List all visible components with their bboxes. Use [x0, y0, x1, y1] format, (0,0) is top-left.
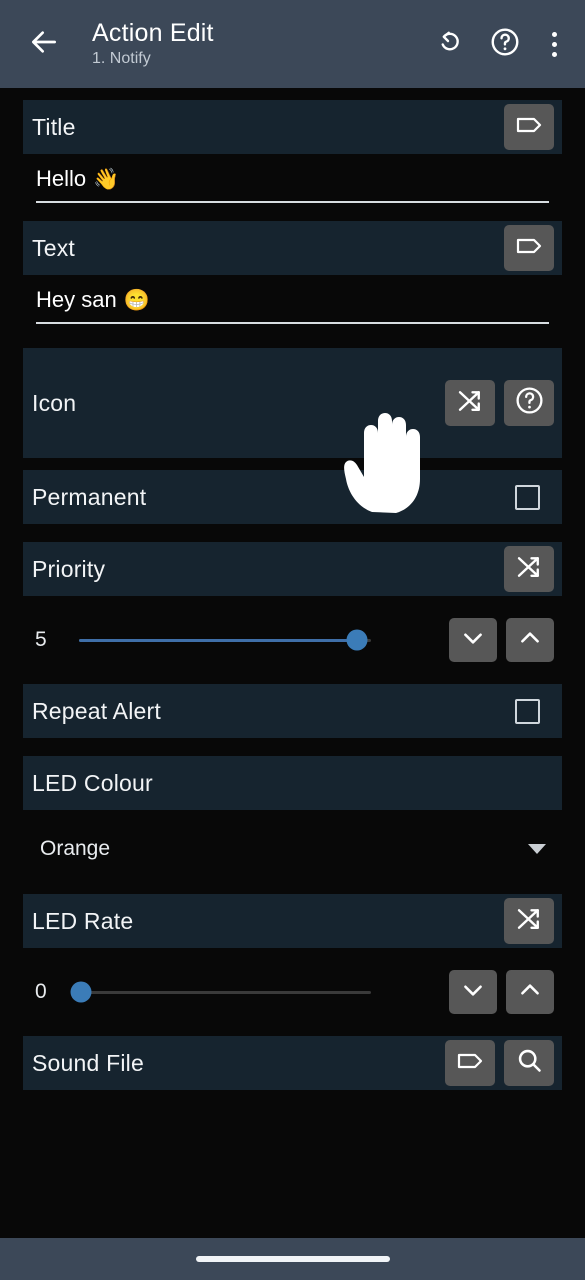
spacer — [0, 88, 585, 100]
system-navigation-bar — [0, 1238, 585, 1280]
row-icon-header: Icon — [23, 348, 562, 458]
row-priority-header: Priority — [23, 542, 562, 596]
chevron-down-icon — [460, 625, 486, 656]
priority-slider-row: 5 — [23, 596, 562, 684]
undo-button[interactable] — [433, 26, 469, 62]
tag-icon — [455, 1049, 485, 1078]
priority-slider-thumb[interactable] — [346, 629, 368, 651]
title-input[interactable]: Hello 👋 — [36, 166, 549, 201]
row-sound-file-header: Sound File — [23, 1036, 562, 1090]
shuffle-icon — [514, 904, 544, 939]
spacer — [0, 458, 585, 470]
row-actions-title — [504, 104, 554, 150]
led-rate-slider[interactable] — [70, 977, 371, 1007]
led-rate-slider-row: 0 — [23, 948, 562, 1036]
row-label-permanent: Permanent — [32, 483, 147, 510]
sound-file-tag-button[interactable] — [445, 1040, 495, 1086]
spacer — [0, 324, 585, 336]
led-rate-decrement-button[interactable] — [449, 970, 497, 1014]
more-vertical-icon — [551, 31, 557, 37]
row-label-repeat-alert: Repeat Alert — [32, 697, 161, 724]
row-title-header: Title — [23, 100, 562, 154]
title-input-value: Hello — [36, 166, 87, 191]
spacer — [0, 738, 585, 750]
icon-help-button[interactable] — [504, 380, 554, 426]
priority-value: 5 — [35, 628, 47, 651]
row-label-text: Text — [32, 234, 75, 261]
more-vertical-icon — [551, 41, 557, 47]
chevron-down-icon — [460, 977, 486, 1008]
row-led-rate-header: LED Rate — [23, 894, 562, 948]
gesture-home-pill[interactable] — [195, 1256, 390, 1262]
row-label-title: Title — [32, 113, 76, 140]
shuffle-icon — [455, 386, 485, 421]
led-colour-value: Orange — [40, 837, 111, 860]
led-rate-stepper — [449, 970, 554, 1014]
text-input[interactable]: Hey san 😁 — [36, 287, 549, 322]
more-vertical-icon — [551, 51, 557, 57]
app-bar-actions — [433, 26, 571, 62]
icon-shuffle-button[interactable] — [445, 380, 495, 426]
help-circle-icon — [489, 26, 521, 63]
row-repeat-alert[interactable]: Repeat Alert — [23, 684, 562, 738]
settings-list: Title Hello 👋 Text Hey san 😁 Icon Perman… — [0, 88, 585, 1280]
priority-stepper — [449, 618, 554, 662]
row-led-colour-header: LED Colour — [23, 756, 562, 810]
tag-icon — [514, 234, 544, 263]
title-input-row[interactable]: Hello 👋 — [23, 154, 562, 203]
row-label-icon: Icon — [32, 389, 77, 416]
title-tag-button[interactable] — [504, 104, 554, 150]
led-rate-shuffle-button[interactable] — [504, 898, 554, 944]
wave-hand-emoji: 👋 — [93, 167, 120, 191]
row-actions-icon — [445, 380, 554, 426]
text-tag-button[interactable] — [504, 225, 554, 271]
row-actions-sound-file — [445, 1040, 554, 1086]
sound-file-search-button[interactable] — [504, 1040, 554, 1086]
repeat-alert-checkbox[interactable] — [515, 698, 540, 724]
row-permanent[interactable]: Permanent — [23, 470, 562, 524]
text-input-row[interactable]: Hey san 😁 — [23, 275, 562, 324]
row-label-priority: Priority — [32, 555, 106, 582]
row-label-led-colour: LED Colour — [32, 769, 153, 796]
back-button[interactable] — [18, 18, 70, 70]
led-rate-slider-thumb[interactable] — [70, 981, 92, 1003]
page-title: Action Edit — [92, 19, 214, 48]
chevron-up-icon — [517, 977, 543, 1008]
row-actions-text — [504, 225, 554, 271]
priority-increment-button[interactable] — [506, 618, 554, 662]
help-button[interactable] — [487, 26, 523, 62]
text-input-value: Hey san — [36, 287, 117, 312]
row-text-header: Text — [23, 221, 562, 275]
led-colour-dropdown[interactable]: Orange — [23, 810, 562, 888]
search-icon — [515, 1046, 544, 1080]
help-circle-icon — [514, 385, 545, 421]
chevron-up-icon — [517, 625, 543, 656]
page-subtitle: 1. Notify — [92, 49, 151, 67]
chevron-down-icon — [528, 844, 546, 854]
led-rate-slider-track — [79, 990, 371, 994]
row-actions-priority — [504, 546, 554, 592]
shuffle-icon — [514, 552, 544, 587]
row-label-sound-file: Sound File — [32, 1049, 144, 1076]
led-rate-increment-button[interactable] — [506, 970, 554, 1014]
row-actions-led-rate — [504, 898, 554, 944]
priority-slider[interactable] — [71, 625, 371, 655]
spacer — [0, 524, 585, 536]
arrow-left-icon — [28, 26, 60, 63]
undo-rotate-left-icon — [436, 27, 466, 62]
priority-shuffle-button[interactable] — [504, 546, 554, 592]
title-block: Action Edit 1. Notify — [70, 20, 433, 67]
row-label-led-rate: LED Rate — [32, 907, 134, 934]
led-rate-value: 0 — [35, 980, 47, 1003]
overflow-menu-button[interactable] — [541, 26, 567, 62]
spacer — [0, 203, 585, 215]
app-bar: Action Edit 1. Notify — [0, 0, 585, 88]
priority-decrement-button[interactable] — [449, 618, 497, 662]
tag-icon — [514, 113, 544, 142]
grinning-face-emoji: 😁 — [123, 288, 150, 312]
permanent-checkbox[interactable] — [515, 484, 540, 510]
priority-slider-fill — [79, 638, 357, 642]
